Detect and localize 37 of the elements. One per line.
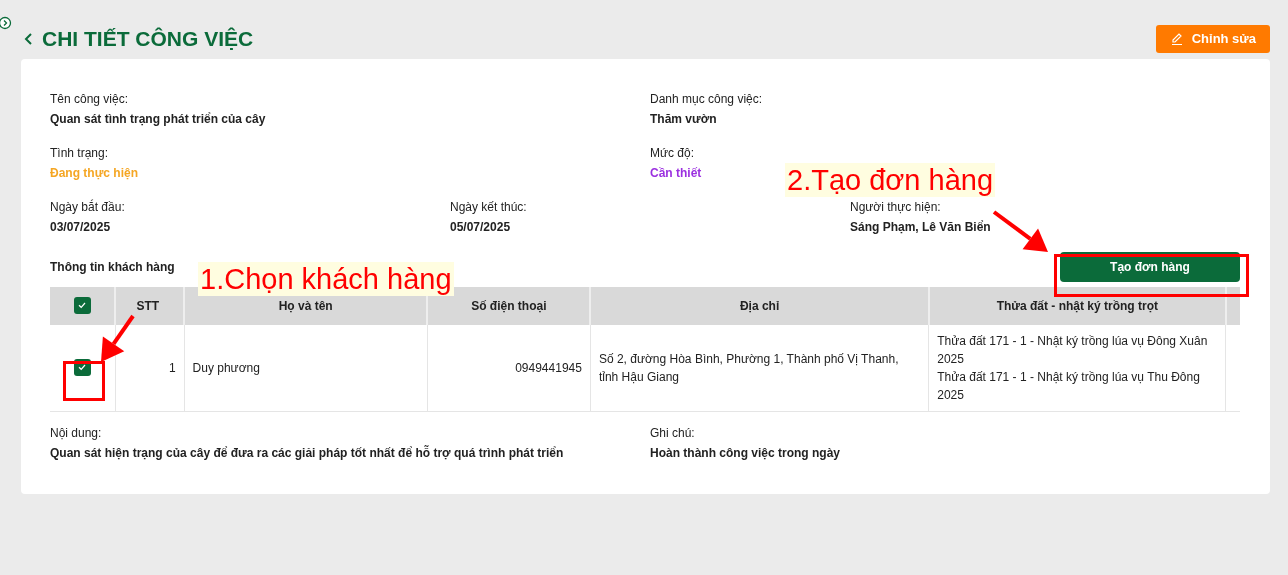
field-value: Cần thiết <box>650 165 702 182</box>
column-header: Địa chỉ <box>590 287 929 325</box>
field-value: Quan sát tình trạng phát triển của cây <box>50 111 266 128</box>
column-header: STT <box>115 287 185 325</box>
field-label: Tên công việc: <box>50 91 129 108</box>
field-label: Danh mục công việc: <box>650 91 763 108</box>
annotation-label: 2.Tạo đơn hàng <box>785 163 996 197</box>
pencil-icon <box>1169 32 1184 46</box>
arrow <box>992 210 1048 252</box>
field-label: Người thực hiện: <box>850 199 941 216</box>
section-title: Thông tin khách hàng <box>50 259 175 276</box>
field-value: Quan sát hiện trạng của cây để đưa ra các giải pháp tốt nhất để hỗ trợ quá trình phát triển <box>50 444 564 462</box>
field-value: Đang thực hiện <box>50 165 139 182</box>
back-icon[interactable] <box>24 32 34 46</box>
field-label: Tình trạng: <box>50 145 109 162</box>
checkbox[interactable] <box>73 296 91 314</box>
table-cell: 0949441945 <box>427 325 591 411</box>
field-value: Hoàn thành công việc trong ngày <box>650 444 840 462</box>
highlight-frame <box>63 361 105 401</box>
field-label: Ngày kết thúc: <box>450 199 527 216</box>
field-value: 05/07/2025 <box>450 219 511 236</box>
field-value: Sáng Phạm, Lê Văn Biển <box>850 219 991 236</box>
check-icon <box>77 300 87 311</box>
table-cell: Số 2, đường Hòa Bình, Phường 1, Thành phố Vị Thanh, tỉnh Hậu Giang <box>590 325 929 411</box>
field-label: Ghi chú: <box>650 424 695 442</box>
page-title: CHI TIẾT CÔNG VIỆC <box>42 26 254 53</box>
field-label: Nội dung: <box>50 424 102 442</box>
table-cell: Thửa đất 171 - 1 - Nhật ký trồng lúa vụ Đông Xuân 2025 Thửa đất 171 - 1 - Nhật ký trồng lúa vụ Thu Đông 2025 <box>928 325 1226 411</box>
field-value: Thăm vườn <box>650 111 717 128</box>
field-label: Ngày bắt đầu: <box>50 198 125 216</box>
arrow <box>101 314 135 362</box>
check-icon <box>77 362 88 372</box>
column-header: Thửa đất - nhật ký trồng trọt <box>928 287 1226 325</box>
table-cell: Duy phương <box>184 325 428 411</box>
field-value: 03/07/2025 <box>50 219 111 236</box>
field-label: Mức độ: <box>650 145 695 162</box>
sidebar-toggle-icon[interactable] <box>0 14 12 32</box>
